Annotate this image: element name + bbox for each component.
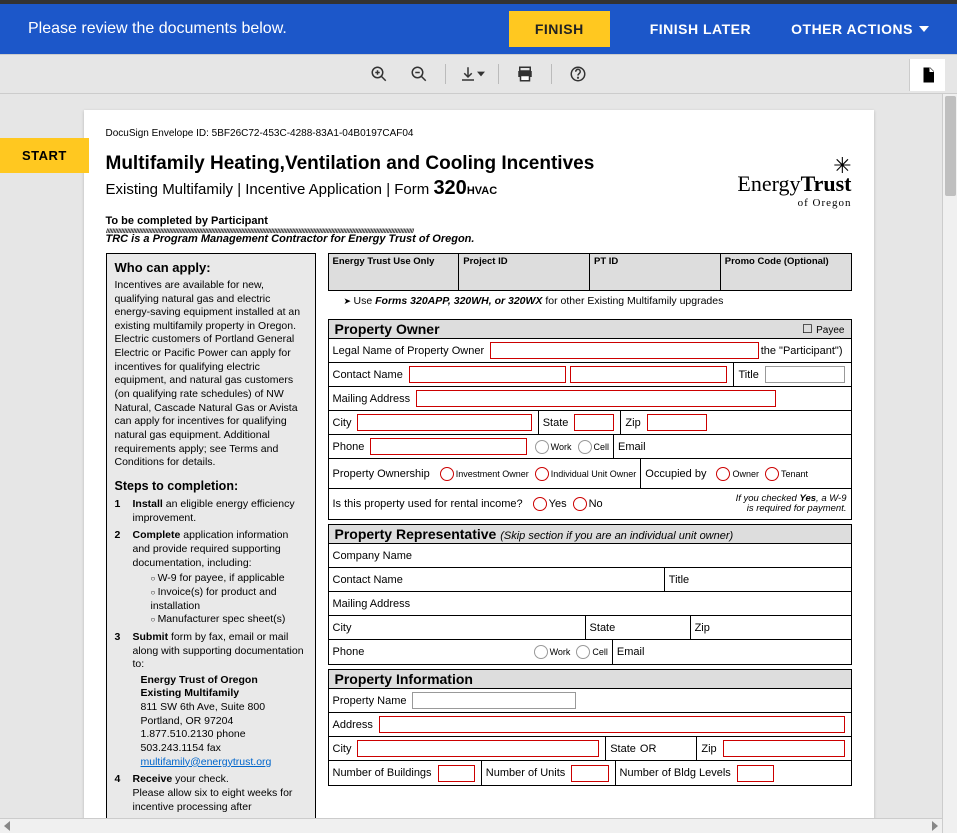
property-representative-section: Property Representative (Skip section if…: [328, 524, 852, 665]
section-title: Property Information: [335, 671, 473, 687]
step-1: 1Install an eligible energy efficiency i…: [115, 498, 307, 525]
who-can-apply-body: Incentives are available for new, qualif…: [115, 279, 307, 470]
review-message: Please review the documents below.: [28, 20, 509, 38]
rep-company-input[interactable]: [418, 547, 845, 564]
doc-title: Multifamily Heating,Ventilation and Cool…: [106, 153, 595, 175]
step-3: 3Submit form by fax, email or mail along…: [115, 631, 307, 672]
unit-owner-radio[interactable]: [535, 467, 549, 481]
tenant-radio[interactable]: [765, 467, 779, 481]
help-button[interactable]: [560, 58, 596, 90]
propname-input[interactable]: [412, 692, 575, 709]
step-4: 4Receive your check.Please allow six to …: [115, 773, 307, 814]
investment-radio[interactable]: [440, 467, 454, 481]
mailing-input[interactable]: [416, 390, 776, 407]
info-sidebar: Who can apply: Incentives are available …: [106, 253, 316, 825]
num-levels-input[interactable]: [737, 765, 774, 782]
rep-cell-radio[interactable]: [576, 645, 590, 659]
scroll-right-icon: [932, 821, 938, 831]
rental-no-radio[interactable]: [573, 497, 587, 511]
use-forms-note: Use Forms 320APP, 320WH, or 320WX for ot…: [328, 291, 852, 315]
submit-address: Energy Trust of Oregon Existing Multifam…: [115, 674, 307, 769]
rep-email-input[interactable]: [650, 644, 844, 661]
rental-yes-radio[interactable]: [533, 497, 547, 511]
scroll-left-icon: [4, 821, 10, 831]
phone-input[interactable]: [370, 438, 526, 455]
city-input[interactable]: [357, 414, 531, 431]
rep-phone-input[interactable]: [370, 644, 525, 661]
owner-radio[interactable]: [716, 467, 730, 481]
email-input[interactable]: [652, 438, 845, 455]
email-link[interactable]: multifamily@energytrust.org: [141, 756, 272, 768]
finish-later-button[interactable]: FINISH LATER: [650, 21, 751, 37]
num-bldgs-input[interactable]: [438, 765, 475, 782]
download-button[interactable]: [454, 58, 490, 90]
energytrust-logo: ✳ EnergyTrust of Oregon: [737, 153, 851, 209]
other-actions-button[interactable]: OTHER ACTIONS: [791, 21, 929, 37]
contact-first-input[interactable]: [409, 366, 566, 383]
header-bar: Please review the documents below. FINIS…: [0, 4, 957, 54]
title-input[interactable]: [765, 366, 845, 383]
start-tab[interactable]: START: [0, 138, 89, 173]
payee-checkbox[interactable]: Payee: [802, 322, 844, 336]
finish-button[interactable]: FINISH: [509, 11, 610, 47]
horizontal-scrollbar[interactable]: [0, 818, 942, 833]
vertical-scrollbar[interactable]: [942, 94, 957, 833]
section-title: Property Owner: [335, 321, 440, 337]
separator: [551, 64, 552, 84]
num-units-input[interactable]: [571, 765, 608, 782]
office-use-row: Energy Trust Use Only Project ID PT ID P…: [328, 253, 852, 291]
w9-note: If you checked Yes, a W-9is required for…: [736, 494, 847, 515]
property-owner-section: Property OwnerPayee Legal Name of Proper…: [328, 319, 852, 520]
document-viewport[interactable]: START DocuSign Envelope ID: 5BF26C72-453…: [0, 94, 957, 833]
document-page: DocuSign Envelope ID: 5BF26C72-453C-4288…: [84, 110, 874, 833]
state-input[interactable]: [574, 414, 614, 431]
zip-input[interactable]: [647, 414, 707, 431]
separator: [445, 64, 446, 84]
doc-subtitle: Existing Multifamily | Incentive Applica…: [106, 177, 595, 200]
rep-work-radio[interactable]: [534, 645, 548, 659]
separator: [498, 64, 499, 84]
work-radio[interactable]: [535, 440, 549, 454]
completed-by-label: To be completed by Participant: [106, 215, 852, 227]
scrollbar-thumb[interactable]: [945, 96, 956, 196]
other-actions-label: OTHER ACTIONS: [791, 21, 913, 37]
propaddr-input[interactable]: [379, 716, 845, 733]
envelope-id: DocuSign Envelope ID: 5BF26C72-453C-4288…: [106, 128, 852, 139]
trc-note: TRC is a Program Management Contractor f…: [106, 233, 852, 245]
steps-title: Steps to completion:: [115, 478, 307, 494]
contact-last-input[interactable]: [570, 366, 727, 383]
documents-panel-button[interactable]: [909, 59, 945, 91]
propzip-input[interactable]: [723, 740, 845, 757]
cell-radio[interactable]: [578, 440, 592, 454]
caret-down-icon: [919, 26, 929, 32]
zoom-in-button[interactable]: [361, 58, 397, 90]
rep-mailing-input[interactable]: [416, 595, 844, 612]
propcity-input[interactable]: [357, 740, 599, 757]
property-information-section: Property Information Property Name Addre…: [328, 669, 852, 786]
step-2: 2Complete application information and pr…: [115, 529, 307, 626]
print-button[interactable]: [507, 58, 543, 90]
section-title: Property Representative: [335, 526, 497, 542]
legal-name-input[interactable]: [490, 342, 759, 359]
rep-contact-input[interactable]: [409, 571, 658, 588]
who-can-apply-title: Who can apply:: [115, 260, 307, 277]
propstate-value: OR: [640, 743, 657, 755]
toolbar: [0, 54, 957, 94]
rep-title-input[interactable]: [695, 571, 844, 588]
rep-city-input[interactable]: [357, 619, 578, 636]
zoom-out-button[interactable]: [401, 58, 437, 90]
